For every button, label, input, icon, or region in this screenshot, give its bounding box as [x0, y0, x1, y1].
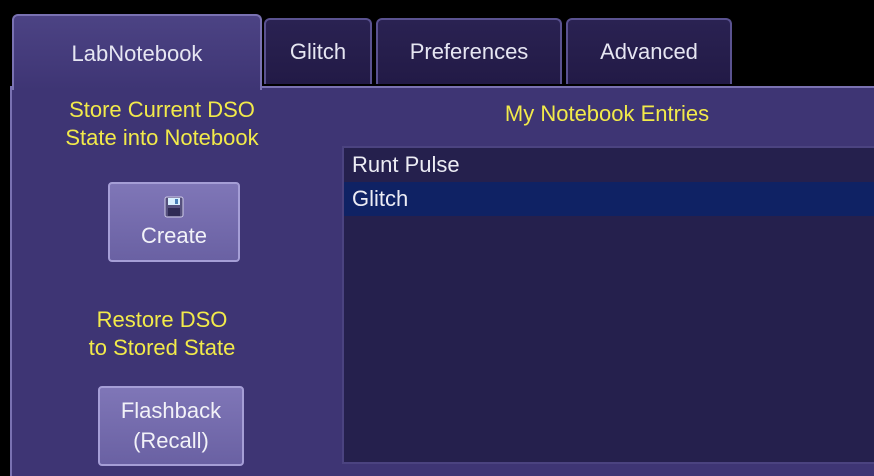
- notebook-entries-title: My Notebook Entries: [504, 101, 710, 126]
- create-button[interactable]: Create: [108, 182, 240, 262]
- notebook-entries-list[interactable]: Runt Pulse Glitch: [342, 146, 874, 464]
- tab-preferences[interactable]: Preferences: [376, 18, 562, 84]
- tab-content-panel: Store Current DSO State into Notebook Cr…: [10, 86, 874, 476]
- tab-glitch[interactable]: Glitch: [264, 18, 372, 84]
- restore-heading-line2: to Stored State: [88, 335, 236, 360]
- restore-heading: Restore DSO to Stored State: [32, 306, 292, 362]
- store-heading-line1: Store Current DSO: [69, 97, 255, 122]
- list-item[interactable]: Runt Pulse: [344, 148, 874, 182]
- floppy-disk-icon: [164, 196, 184, 218]
- recall-label: (Recall): [133, 428, 209, 453]
- flashback-recall-button[interactable]: Flashback (Recall): [98, 386, 244, 466]
- tab-labnotebook[interactable]: LabNotebook: [12, 14, 262, 90]
- lab-notebook-dialog: LabNotebook Glitch Preferences Advanced …: [0, 0, 874, 476]
- restore-heading-line1: Restore DSO: [96, 307, 228, 332]
- store-heading-line2: State into Notebook: [65, 125, 259, 150]
- list-item-selected[interactable]: Glitch: [344, 182, 874, 216]
- flashback-label: Flashback: [120, 398, 222, 423]
- create-button-label: Create: [140, 223, 208, 248]
- store-heading: Store Current DSO State into Notebook: [32, 96, 292, 152]
- tab-advanced[interactable]: Advanced: [566, 18, 732, 84]
